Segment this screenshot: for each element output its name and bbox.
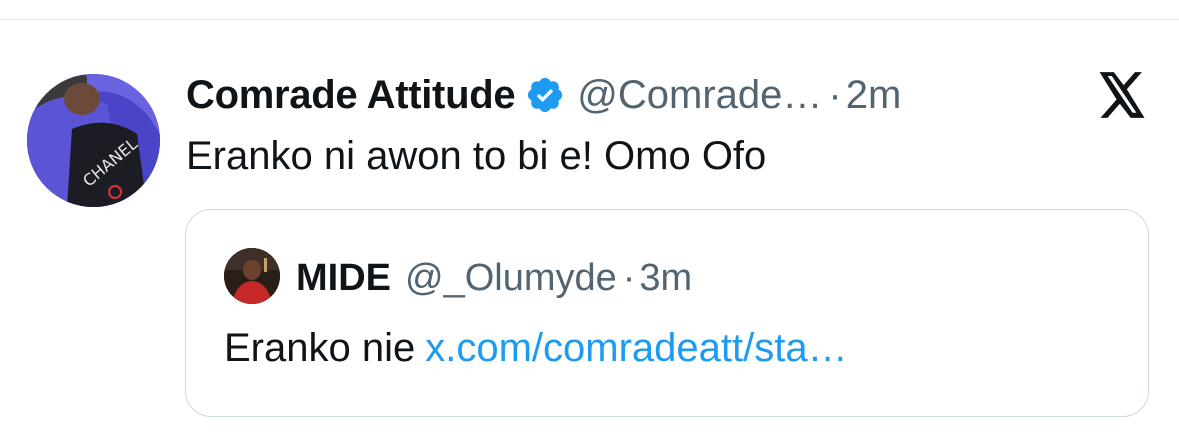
author-handle[interactable]: @Comrade… [577, 73, 822, 118]
quoted-tweet-body: Eranko nie [224, 326, 416, 370]
tweet-header: Comrade Attitude @Comrade… · 2m [186, 70, 901, 120]
x-logo-icon[interactable] [1097, 72, 1147, 118]
quoted-tweet-timestamp[interactable]: 3m [639, 257, 692, 300]
quoted-author-handle[interactable]: @_Olumyde [405, 257, 617, 300]
quoted-tweet-text: Eranko nie x.com/comradeatt/sta… [224, 326, 848, 371]
header-separator: · [828, 72, 842, 117]
tweet-timestamp[interactable]: 2m [846, 73, 902, 118]
tweet[interactable]: CHANEL Comrade Attitude @Comrade… · 2m E… [0, 20, 1179, 439]
quoted-author-avatar-image [224, 248, 280, 304]
author-avatar[interactable]: CHANEL [27, 74, 160, 207]
tweet-text: Eranko ni awon to bi e! Omo Ofo [186, 134, 767, 178]
quoted-tweet-header: MIDE @_Olumyde · 3m [296, 256, 692, 300]
quoted-author-display-name[interactable]: MIDE [296, 257, 391, 300]
author-avatar-image: CHANEL [27, 74, 160, 207]
verified-badge-icon [525, 75, 565, 115]
quoted-author-avatar[interactable] [224, 248, 280, 304]
author-display-name[interactable]: Comrade Attitude [186, 73, 516, 118]
quoted-tweet-card[interactable]: MIDE @_Olumyde · 3m Eranko nie x.com/comr… [185, 209, 1149, 417]
quoted-tweet-link[interactable]: x.com/comradeatt/sta… [425, 326, 847, 370]
quoted-header-separator: · [622, 256, 636, 299]
